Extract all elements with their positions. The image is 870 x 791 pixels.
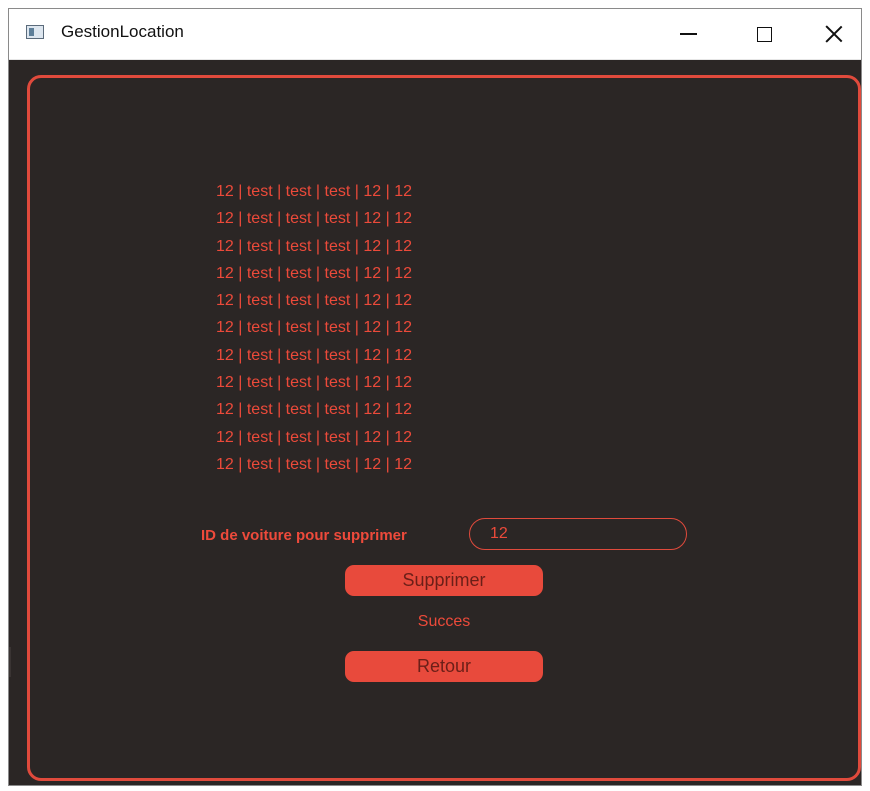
maximize-icon	[756, 26, 772, 42]
close-icon	[825, 25, 843, 43]
car-id-label: ID de voiture pour supprimer	[201, 527, 407, 544]
list-item: 12 | test | test | test | 12 | 12	[216, 237, 412, 255]
title-bar[interactable]: GestionLocation	[9, 9, 861, 60]
window-title: GestionLocation	[61, 22, 184, 41]
list-item: 12 | test | test | test | 12 | 12	[216, 401, 412, 419]
close-button[interactable]	[805, 9, 863, 59]
window-edge-mark	[9, 647, 11, 677]
list-item: 12 | test | test | test | 12 | 12	[216, 183, 412, 200]
list-item: 12 | test | test | test | 12 | 12	[216, 346, 412, 364]
list-item: 12 | test | test | test | 12 | 12	[216, 374, 412, 392]
delete-button[interactable]: Supprimer	[345, 565, 543, 596]
list-item: 12 | test | test | test | 12 | 12	[216, 319, 412, 337]
minimize-icon	[679, 33, 697, 35]
list-item: 12 | test | test | test | 12 | 12	[216, 210, 412, 228]
back-button[interactable]: Retour	[345, 651, 543, 682]
car-list: 12 | test | test | test | 12 | 12 12 | t…	[216, 178, 412, 478]
list-item: 12 | test | test | test | 12 | 12	[216, 292, 412, 310]
maximize-button[interactable]	[735, 9, 793, 59]
app-icon	[26, 25, 44, 39]
car-id-input[interactable]	[469, 518, 687, 550]
list-item: 12 | test | test | test | 12 | 12	[216, 264, 412, 282]
list-item: 12 | test | test | test | 12 | 12	[216, 428, 412, 446]
list-item: 12 | test | test | test | 12 | 12	[216, 455, 412, 473]
app-window: GestionLocation 12 | test | test | test …	[8, 8, 862, 786]
minimize-button[interactable]	[659, 9, 717, 59]
status-message: Succes	[417, 613, 471, 630]
